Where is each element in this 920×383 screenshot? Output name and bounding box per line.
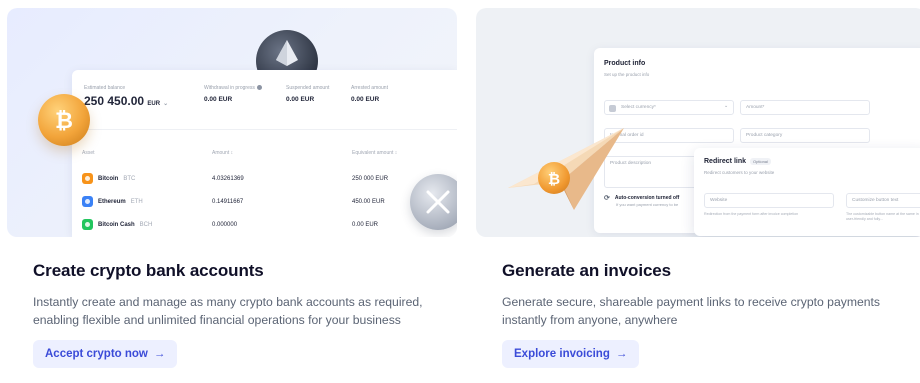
- xrp-coin-icon: [410, 174, 457, 230]
- asset-name: Bitcoin: [98, 175, 119, 182]
- info-icon[interactable]: [256, 85, 262, 91]
- estimated-balance: Estimated balance 250 450.00 EUR ⌄: [84, 85, 168, 108]
- asset-equivalent: 0.00 EUR: [352, 222, 379, 228]
- website-field[interactable]: Website: [704, 193, 834, 208]
- withdrawal-value: 0.00 EUR: [204, 96, 233, 103]
- svg-text:₿: ₿: [548, 171, 560, 188]
- asset-name: Ethereum: [98, 198, 126, 205]
- chevron-down-icon: ⌄: [723, 104, 728, 109]
- asset-amount: 4.03261369: [212, 176, 244, 182]
- accept-crypto-button[interactable]: Accept crypto now →: [33, 340, 178, 368]
- category-placeholder: Product category: [746, 133, 783, 138]
- ethereum-icon: [82, 196, 93, 207]
- withdrawal-stat: Withdrawal in progress 0.00 EUR: [204, 85, 262, 103]
- asset-ticker: BTC: [123, 175, 136, 182]
- column-header-amount[interactable]: Amount ↕: [212, 150, 233, 156]
- button-text-placeholder: Customize button text: [852, 198, 899, 203]
- table-row[interactable]: Bitcoin Cash BCH 0.000000 0.00 EUR: [72, 216, 457, 236]
- cta-label: Accept crypto now: [45, 348, 148, 360]
- balance-panel: Estimated balance 250 450.00 EUR ⌄ Withdr…: [72, 70, 457, 237]
- optional-badge: Optional: [750, 158, 771, 165]
- button-text-hint: The customizable button name at the same…: [846, 212, 919, 221]
- estimated-balance-value: 250 450.00 EUR ⌄: [84, 94, 169, 108]
- column-header-equivalent[interactable]: Equivalent amount ↕: [352, 150, 397, 156]
- arrested-stat: Arrested amount 0.00 EUR: [351, 85, 388, 103]
- website-placeholder: Website: [710, 198, 728, 203]
- asset-equivalent: 450.00 EUR: [352, 199, 385, 205]
- arrow-right-icon: →: [153, 348, 166, 360]
- product-info-title: Product info: [604, 60, 646, 67]
- asset-ticker: BCH: [139, 221, 153, 228]
- card-title: Generate an invoices: [502, 261, 672, 280]
- withdrawal-label: Withdrawal in progress: [204, 85, 255, 91]
- card-description: Generate secure, shareable payment links…: [502, 295, 881, 327]
- page: Estimated balance 250 450.00 EUR ⌄ Withdr…: [0, 0, 920, 383]
- suspended-value: 0.00 EUR: [286, 96, 315, 103]
- crypto-accounts-illustration: Estimated balance 250 450.00 EUR ⌄ Withdr…: [7, 8, 457, 237]
- balance-summary: Estimated balance 250 450.00 EUR ⌄ Withdr…: [72, 70, 457, 130]
- arrested-label: Arrested amount: [351, 85, 388, 91]
- arrow-right-icon: →: [615, 348, 628, 360]
- suspended-stat: Suspended amount 0.00 EUR: [286, 85, 329, 103]
- column-header-asset: Asset: [82, 150, 95, 156]
- bitcoin-cash-icon: [82, 219, 93, 230]
- product-info-subtitle: Set up the product info: [604, 72, 650, 77]
- asset-amount: 0.14911667: [212, 199, 244, 205]
- card-title: Create crypto bank accounts: [33, 261, 264, 280]
- suspended-label: Suspended amount: [286, 85, 330, 91]
- table-row[interactable]: Bitcoin BTC 4.03261369 250 000 EUR: [72, 170, 457, 190]
- bitcoin-coin-icon: ₿: [38, 94, 90, 146]
- bitcoin-icon: [82, 173, 93, 184]
- asset-ticker: ETH: [130, 198, 143, 205]
- arrested-value: 0.00 EUR: [351, 96, 380, 103]
- crypto-accounts-card: Estimated balance 250 450.00 EUR ⌄ Withdr…: [7, 8, 457, 383]
- asset-equivalent: 250 000 EUR: [352, 176, 389, 182]
- redirect-title-text: Redirect link: [704, 158, 747, 165]
- asset-amount: 0.000000: [212, 222, 238, 228]
- asset-name: Bitcoin Cash: [98, 221, 135, 228]
- cta-label: Explore invoicing: [514, 348, 610, 360]
- website-hint: Redirection from the payment form after …: [704, 212, 799, 216]
- redirect-link-panel: Redirect link Optional Redirect customer…: [694, 148, 920, 236]
- button-text-field[interactable]: Customize button text: [846, 193, 920, 208]
- currency-icon: [609, 105, 616, 112]
- category-field[interactable]: Product category: [740, 128, 870, 143]
- card-description: Instantly create and manage as many cryp…: [33, 295, 423, 327]
- amount-field[interactable]: Amount*: [740, 100, 870, 115]
- redirect-subtitle: Redirect customers to your website: [704, 170, 775, 175]
- invoices-illustration: Product info Set up the product info Sel…: [476, 8, 920, 237]
- svg-text:₿: ₿: [55, 108, 73, 133]
- estimated-balance-label: Estimated balance: [84, 85, 126, 91]
- redirect-link-title: Redirect link Optional: [704, 158, 771, 165]
- invoices-card: Product info Set up the product info Sel…: [476, 8, 920, 383]
- table-row[interactable]: Ethereum ETH 0.14911667 450.00 EUR: [72, 193, 457, 213]
- currency-placeholder: Select currency*: [621, 105, 656, 110]
- currency-select[interactable]: Select currency* ⌄: [604, 100, 734, 115]
- amount-placeholder: Amount*: [746, 105, 765, 110]
- bitcoin-coin-icon: ₿: [538, 162, 570, 194]
- explore-invoicing-button[interactable]: Explore invoicing →: [502, 340, 640, 368]
